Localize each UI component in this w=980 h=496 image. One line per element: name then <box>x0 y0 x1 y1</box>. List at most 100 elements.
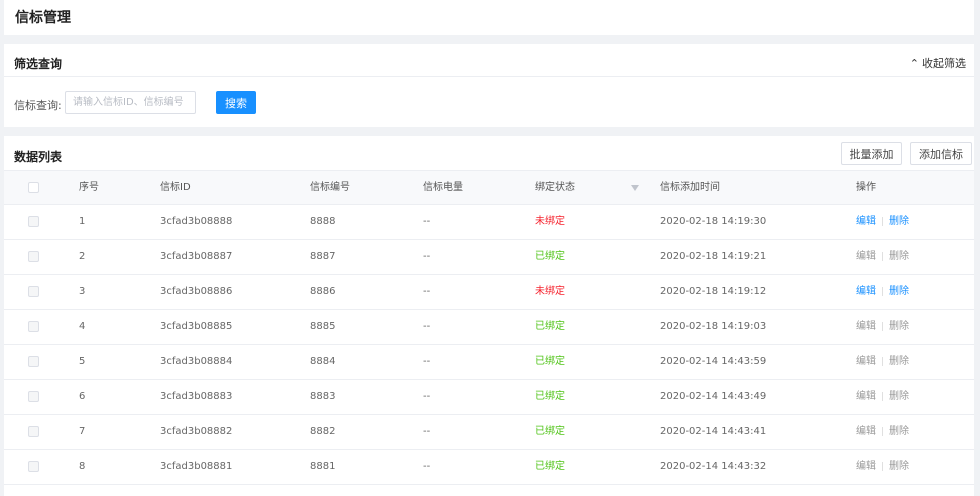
select-all-checkbox[interactable] <box>28 182 39 193</box>
cell-beacon-id: 3cfad3b08885 <box>160 321 233 332</box>
delete-link[interactable]: 删除 <box>889 391 909 402</box>
page-title: 信标管理 <box>15 10 71 26</box>
row-actions: 编辑 删除 <box>856 275 909 310</box>
cell-add-time: 2020-02-18 14:19:12 <box>660 286 767 297</box>
status-badge: 未绑定 <box>535 216 565 227</box>
cell-power: -- <box>423 391 431 402</box>
action-divider <box>882 426 883 436</box>
cell-index: 3 <box>79 286 86 297</box>
delete-link[interactable]: 删除 <box>889 216 909 227</box>
edit-link[interactable]: 编辑 <box>856 391 876 402</box>
edit-link[interactable]: 编辑 <box>856 356 876 367</box>
status-badge: 已绑定 <box>535 251 565 262</box>
cell-power: -- <box>423 216 431 227</box>
row-checkbox[interactable] <box>28 251 39 262</box>
action-divider <box>882 461 883 471</box>
cell-power: -- <box>423 461 431 472</box>
column-header-add-time: 信标添加时间 <box>660 182 720 193</box>
query-label: 信标查询: <box>14 99 62 112</box>
table-row: 7 3cfad3b08882 8882 -- 已绑定 2020-02-14 14… <box>4 415 974 450</box>
collapse-filter-label: 收起筛选 <box>922 57 966 70</box>
status-badge: 已绑定 <box>535 461 565 472</box>
action-divider <box>882 216 883 226</box>
cell-beacon-number: 8884 <box>310 356 336 367</box>
cell-beacon-id: 3cfad3b08886 <box>160 286 233 297</box>
column-header-status: 绑定状态 <box>535 182 575 193</box>
row-actions: 编辑 删除 <box>856 380 909 415</box>
edit-link[interactable]: 编辑 <box>856 251 876 262</box>
row-checkbox[interactable] <box>28 321 39 332</box>
cell-add-time: 2020-02-18 14:19:03 <box>660 321 767 332</box>
cell-add-time: 2020-02-14 14:43:32 <box>660 461 767 472</box>
action-divider <box>882 391 883 401</box>
delete-link[interactable]: 删除 <box>889 461 909 472</box>
cell-add-time: 2020-02-18 14:19:30 <box>660 216 767 227</box>
table-row: 2 3cfad3b08887 8887 -- 已绑定 2020-02-18 14… <box>4 240 974 275</box>
search-button[interactable]: 搜索 <box>216 91 256 114</box>
cell-power: -- <box>423 321 431 332</box>
cell-index: 7 <box>79 426 86 437</box>
action-divider <box>882 321 883 331</box>
edit-link[interactable]: 编辑 <box>856 426 876 437</box>
cell-beacon-id: 3cfad3b08884 <box>160 356 233 367</box>
cell-beacon-id: 3cfad3b08882 <box>160 426 233 437</box>
row-checkbox[interactable] <box>28 286 39 297</box>
table-row: 6 3cfad3b08883 8883 -- 已绑定 2020-02-14 14… <box>4 380 974 415</box>
cell-beacon-number: 8883 <box>310 391 336 402</box>
delete-link[interactable]: 删除 <box>889 321 909 332</box>
table-row: 8 3cfad3b08881 8881 -- 已绑定 2020-02-14 14… <box>4 450 974 485</box>
action-divider <box>882 251 883 261</box>
table-row: 1 3cfad3b08888 8888 -- 未绑定 2020-02-18 14… <box>4 205 974 240</box>
status-badge: 已绑定 <box>535 391 565 402</box>
delete-link[interactable]: 删除 <box>889 286 909 297</box>
delete-link[interactable]: 删除 <box>889 356 909 367</box>
column-header-index: 序号 <box>79 182 99 193</box>
collapse-filter-button[interactable]: ⌃ 收起筛选 <box>910 55 966 71</box>
cell-power: -- <box>423 426 431 437</box>
cell-power: -- <box>423 251 431 262</box>
cell-add-time: 2020-02-14 14:43:49 <box>660 391 767 402</box>
row-actions: 编辑 删除 <box>856 415 909 450</box>
table-row: 5 3cfad3b08884 8884 -- 已绑定 2020-02-14 14… <box>4 345 974 380</box>
cell-beacon-id: 3cfad3b08881 <box>160 461 233 472</box>
cell-index: 6 <box>79 391 86 402</box>
edit-link[interactable]: 编辑 <box>856 286 876 297</box>
row-checkbox[interactable] <box>28 461 39 472</box>
cell-beacon-number: 8881 <box>310 461 336 472</box>
action-divider <box>882 286 883 296</box>
cell-power: -- <box>423 286 431 297</box>
filter-panel: 筛选查询 ⌃收起筛选 信标查询: 搜索 <box>4 44 974 127</box>
action-divider <box>882 356 883 366</box>
cell-beacon-number: 8882 <box>310 426 336 437</box>
row-checkbox[interactable] <box>28 356 39 367</box>
row-actions: 编辑 删除 <box>856 205 909 240</box>
table-row: 4 3cfad3b08885 8885 -- 已绑定 2020-02-18 14… <box>4 310 974 345</box>
status-badge: 未绑定 <box>535 286 565 297</box>
cell-add-time: 2020-02-14 14:43:59 <box>660 356 767 367</box>
cell-index: 4 <box>79 321 86 332</box>
status-badge: 已绑定 <box>535 321 565 332</box>
double-chevron-up-icon: ⌃ <box>909 57 919 70</box>
cell-beacon-number: 8885 <box>310 321 336 332</box>
cell-index: 5 <box>79 356 86 367</box>
column-header-power: 信标电量 <box>423 182 463 193</box>
row-checkbox[interactable] <box>28 426 39 437</box>
row-actions: 编辑 删除 <box>856 240 909 275</box>
edit-link[interactable]: 编辑 <box>856 321 876 332</box>
table-row: 3 3cfad3b08886 8886 -- 未绑定 2020-02-18 14… <box>4 275 974 310</box>
row-checkbox[interactable] <box>28 216 39 227</box>
status-badge: 已绑定 <box>535 426 565 437</box>
row-checkbox[interactable] <box>28 391 39 402</box>
delete-link[interactable]: 删除 <box>889 426 909 437</box>
add-beacon-button[interactable]: 添加信标 <box>910 142 972 165</box>
row-actions: 编辑 删除 <box>856 450 909 485</box>
edit-link[interactable]: 编辑 <box>856 216 876 227</box>
delete-link[interactable]: 删除 <box>889 251 909 262</box>
batch-add-button[interactable]: 批量添加 <box>841 142 902 165</box>
data-list-panel: 数据列表 批量添加 添加信标 序号 信标ID 信标编号 信标电量 绑定状态 信标… <box>4 136 974 496</box>
edit-link[interactable]: 编辑 <box>856 461 876 472</box>
filter-icon[interactable] <box>631 185 639 191</box>
beacon-search-input[interactable] <box>65 91 196 114</box>
cell-add-time: 2020-02-18 14:19:21 <box>660 251 767 262</box>
cell-beacon-number: 8887 <box>310 251 336 262</box>
